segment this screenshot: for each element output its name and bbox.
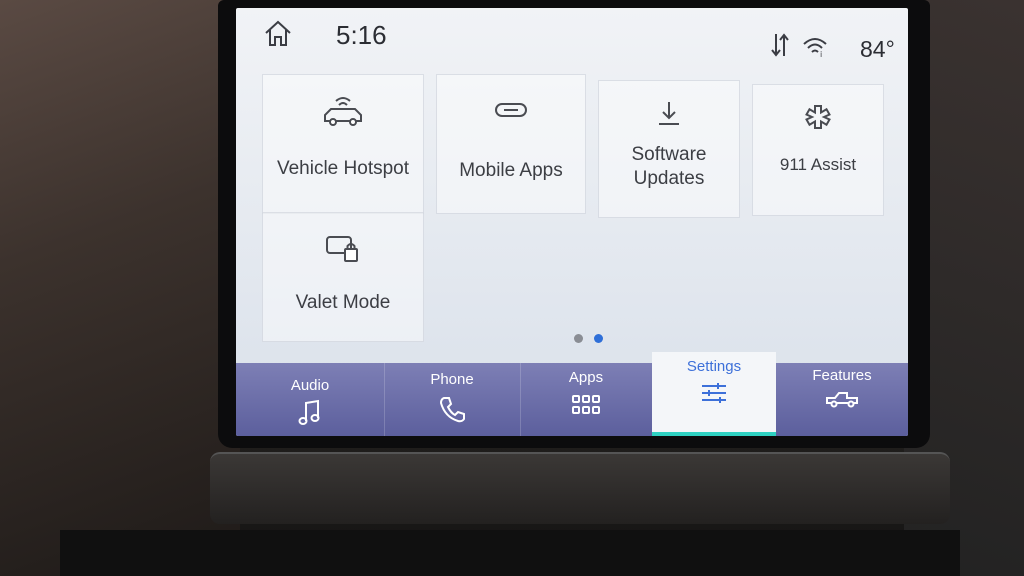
tile-label: 911 Assist [779,155,857,174]
tile-label-line2: Updates [633,168,705,189]
tile-mobile-apps[interactable]: Mobile Apps [436,74,586,214]
nav-label: Audio [290,377,330,394]
nav-features[interactable]: Features [776,363,908,436]
dashboard-trim-left [0,0,240,576]
wifi-icon: i [802,36,828,59]
nav-settings[interactable]: Settings [652,352,776,436]
music-note-icon [298,399,322,432]
nav-label: Apps [568,369,604,386]
active-tab-underline [652,432,776,436]
nav-phone[interactable]: Phone [384,363,521,436]
page-indicator [574,334,614,346]
nav-apps[interactable]: Apps [520,363,653,436]
tile-valet-mode[interactable]: Valet Mode [262,212,424,342]
phone-icon [438,395,466,428]
medical-star-icon [804,103,832,136]
car-wifi-icon [321,93,365,134]
bottom-nav: Audio Phone Apps Features [236,363,908,436]
console-base [60,530,960,576]
console-shelf [210,452,950,524]
tile-vehicle-hotspot[interactable]: Vehicle Hotspot [262,74,424,214]
svg-text:i: i [820,50,822,58]
page-dot-2-active[interactable] [594,334,603,343]
tile-911-assist[interactable]: 911 Assist [752,84,884,216]
tile-label: Mobile Apps [459,160,563,181]
sort-icon [770,32,790,58]
tile-label: Vehicle Hotspot [276,158,410,179]
download-icon [654,99,684,134]
nav-audio[interactable]: Audio [236,363,385,436]
lock-icon [325,233,361,270]
nav-label: Phone [430,371,474,388]
truck-icon [825,389,859,414]
tile-label-line1: Software [631,144,707,165]
apps-grid-icon [572,395,600,420]
outside-temperature: 84° [860,36,895,62]
sliders-icon [700,382,728,409]
tile-label: Valet Mode [295,292,391,313]
status-bar: 5:16 i 84° [236,8,908,68]
nav-label: Settings [686,358,742,375]
home-icon[interactable] [262,18,294,50]
infotainment-screen: 5:16 i 84° Vehicle Hotspot Mobile Apps S… [236,8,908,436]
tile-software-updates[interactable]: Software Updates [598,80,740,218]
link-icon [493,95,529,130]
page-dot-1[interactable] [574,334,583,343]
clock: 5:16 [336,20,387,50]
nav-label: Features [812,367,872,384]
